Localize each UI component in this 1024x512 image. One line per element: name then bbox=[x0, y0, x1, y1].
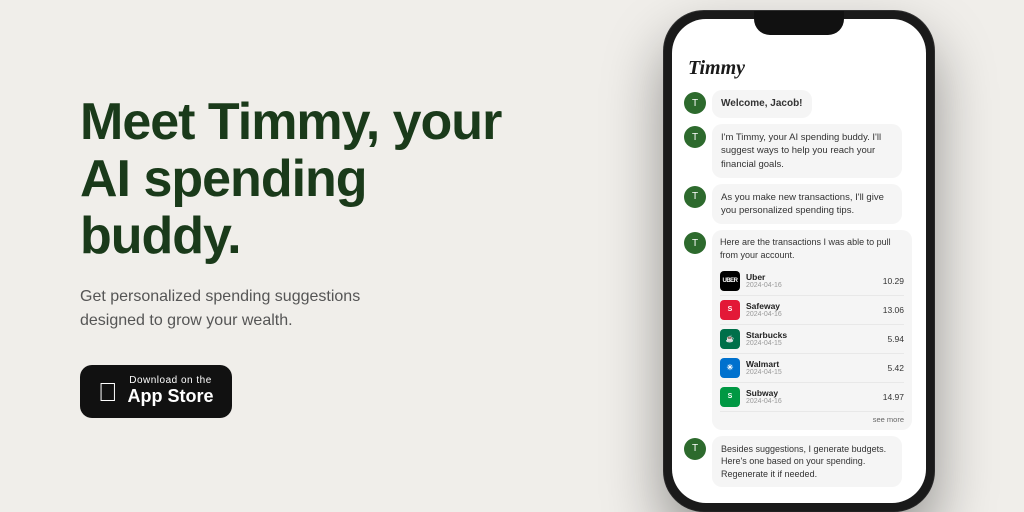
safeway-date: 2024-04-16 bbox=[746, 311, 877, 318]
chat-area: T Welcome, Jacob! T I'm Timmy, your AI s… bbox=[672, 86, 926, 491]
starbucks-info: Starbucks 2024-04-15 bbox=[746, 330, 881, 347]
page-container: Meet Timmy, your AI spending buddy. Get … bbox=[0, 0, 1024, 512]
btn-text: Download on the App Store bbox=[128, 375, 214, 408]
subway-amount: 14.97 bbox=[883, 392, 904, 402]
apple-icon:  bbox=[98, 379, 118, 405]
timmy-avatar-2: T bbox=[684, 126, 706, 148]
uber-info: Uber 2024-04-16 bbox=[746, 272, 877, 289]
chat-bubble-3: As you make new transactions, I'll give … bbox=[712, 184, 902, 225]
safeway-amount: 13.06 bbox=[883, 305, 904, 315]
chat-message-1: T Welcome, Jacob! bbox=[684, 90, 914, 118]
transactions-card: Here are the transactions I was able to … bbox=[712, 230, 912, 429]
timmy-avatar-3: T bbox=[684, 186, 706, 208]
screen-content: Timmy T Welcome, Jacob! T I'm Timmy, you… bbox=[672, 19, 926, 503]
subheadline: Get personalized spending suggestions de… bbox=[80, 285, 400, 333]
walmart-name: Walmart bbox=[746, 359, 881, 369]
chat-message-4: T Here are the transactions I was able t… bbox=[684, 230, 914, 429]
uber-name: Uber bbox=[746, 272, 877, 282]
chat-message-2: T I'm Timmy, your AI spending buddy. I'l… bbox=[684, 124, 914, 178]
headline: Meet Timmy, your AI spending buddy. bbox=[80, 94, 514, 266]
last-bubble: Besides suggestions, I generate budgets.… bbox=[712, 436, 902, 488]
starbucks-date: 2024-04-15 bbox=[746, 340, 881, 347]
chat-message-5: T Besides suggestions, I generate budget… bbox=[684, 436, 914, 488]
subway-logo: S bbox=[720, 387, 740, 407]
see-more-link[interactable]: see more bbox=[720, 412, 904, 424]
phone-notch bbox=[754, 11, 844, 35]
uber-date: 2024-04-16 bbox=[746, 282, 877, 289]
walmart-info: Walmart 2024-04-15 bbox=[746, 359, 881, 376]
right-section: Timmy T Welcome, Jacob! T I'm Timmy, you… bbox=[574, 0, 1024, 512]
timmy-avatar-1: T bbox=[684, 92, 706, 114]
transaction-safeway: S Safeway 2024-04-16 13.06 bbox=[720, 296, 904, 325]
chat-message-3: T As you make new transactions, I'll giv… bbox=[684, 184, 914, 225]
app-title: Timmy bbox=[672, 47, 926, 86]
btn-top-text: Download on the bbox=[128, 375, 214, 386]
phone-screen: Timmy T Welcome, Jacob! T I'm Timmy, you… bbox=[672, 19, 926, 503]
transactions-intro: Here are the transactions I was able to … bbox=[720, 236, 904, 266]
phone-mockup: Timmy T Welcome, Jacob! T I'm Timmy, you… bbox=[664, 11, 934, 511]
walmart-amount: 5.42 bbox=[887, 363, 904, 373]
subway-info: Subway 2024-04-16 bbox=[746, 388, 877, 405]
uber-logo: UBER bbox=[720, 271, 740, 291]
btn-bottom-text: App Store bbox=[128, 386, 214, 408]
starbucks-name: Starbucks bbox=[746, 330, 881, 340]
transaction-uber: UBER Uber 2024-04-16 10.29 bbox=[720, 267, 904, 296]
timmy-avatar-5: T bbox=[684, 438, 706, 460]
safeway-logo: S bbox=[720, 300, 740, 320]
chat-bubble-1: Welcome, Jacob! bbox=[712, 90, 812, 118]
transaction-subway: S Subway 2024-04-16 14.97 bbox=[720, 383, 904, 412]
chat-bubble-2: I'm Timmy, your AI spending buddy. I'll … bbox=[712, 124, 902, 178]
subway-name: Subway bbox=[746, 388, 877, 398]
walmart-date: 2024-04-15 bbox=[746, 369, 881, 376]
safeway-info: Safeway 2024-04-16 bbox=[746, 301, 877, 318]
transaction-starbucks: ☕ Starbucks 2024-04-15 5.94 bbox=[720, 325, 904, 354]
transaction-walmart: ✳ Walmart 2024-04-15 5.42 bbox=[720, 354, 904, 383]
safeway-name: Safeway bbox=[746, 301, 877, 311]
subway-date: 2024-04-16 bbox=[746, 398, 877, 405]
walmart-logo: ✳ bbox=[720, 358, 740, 378]
starbucks-logo: ☕ bbox=[720, 329, 740, 349]
starbucks-amount: 5.94 bbox=[887, 334, 904, 344]
left-section: Meet Timmy, your AI spending buddy. Get … bbox=[0, 34, 574, 478]
uber-amount: 10.29 bbox=[883, 276, 904, 286]
app-store-button[interactable]:  Download on the App Store bbox=[80, 365, 232, 418]
timmy-avatar-4: T bbox=[684, 232, 706, 254]
